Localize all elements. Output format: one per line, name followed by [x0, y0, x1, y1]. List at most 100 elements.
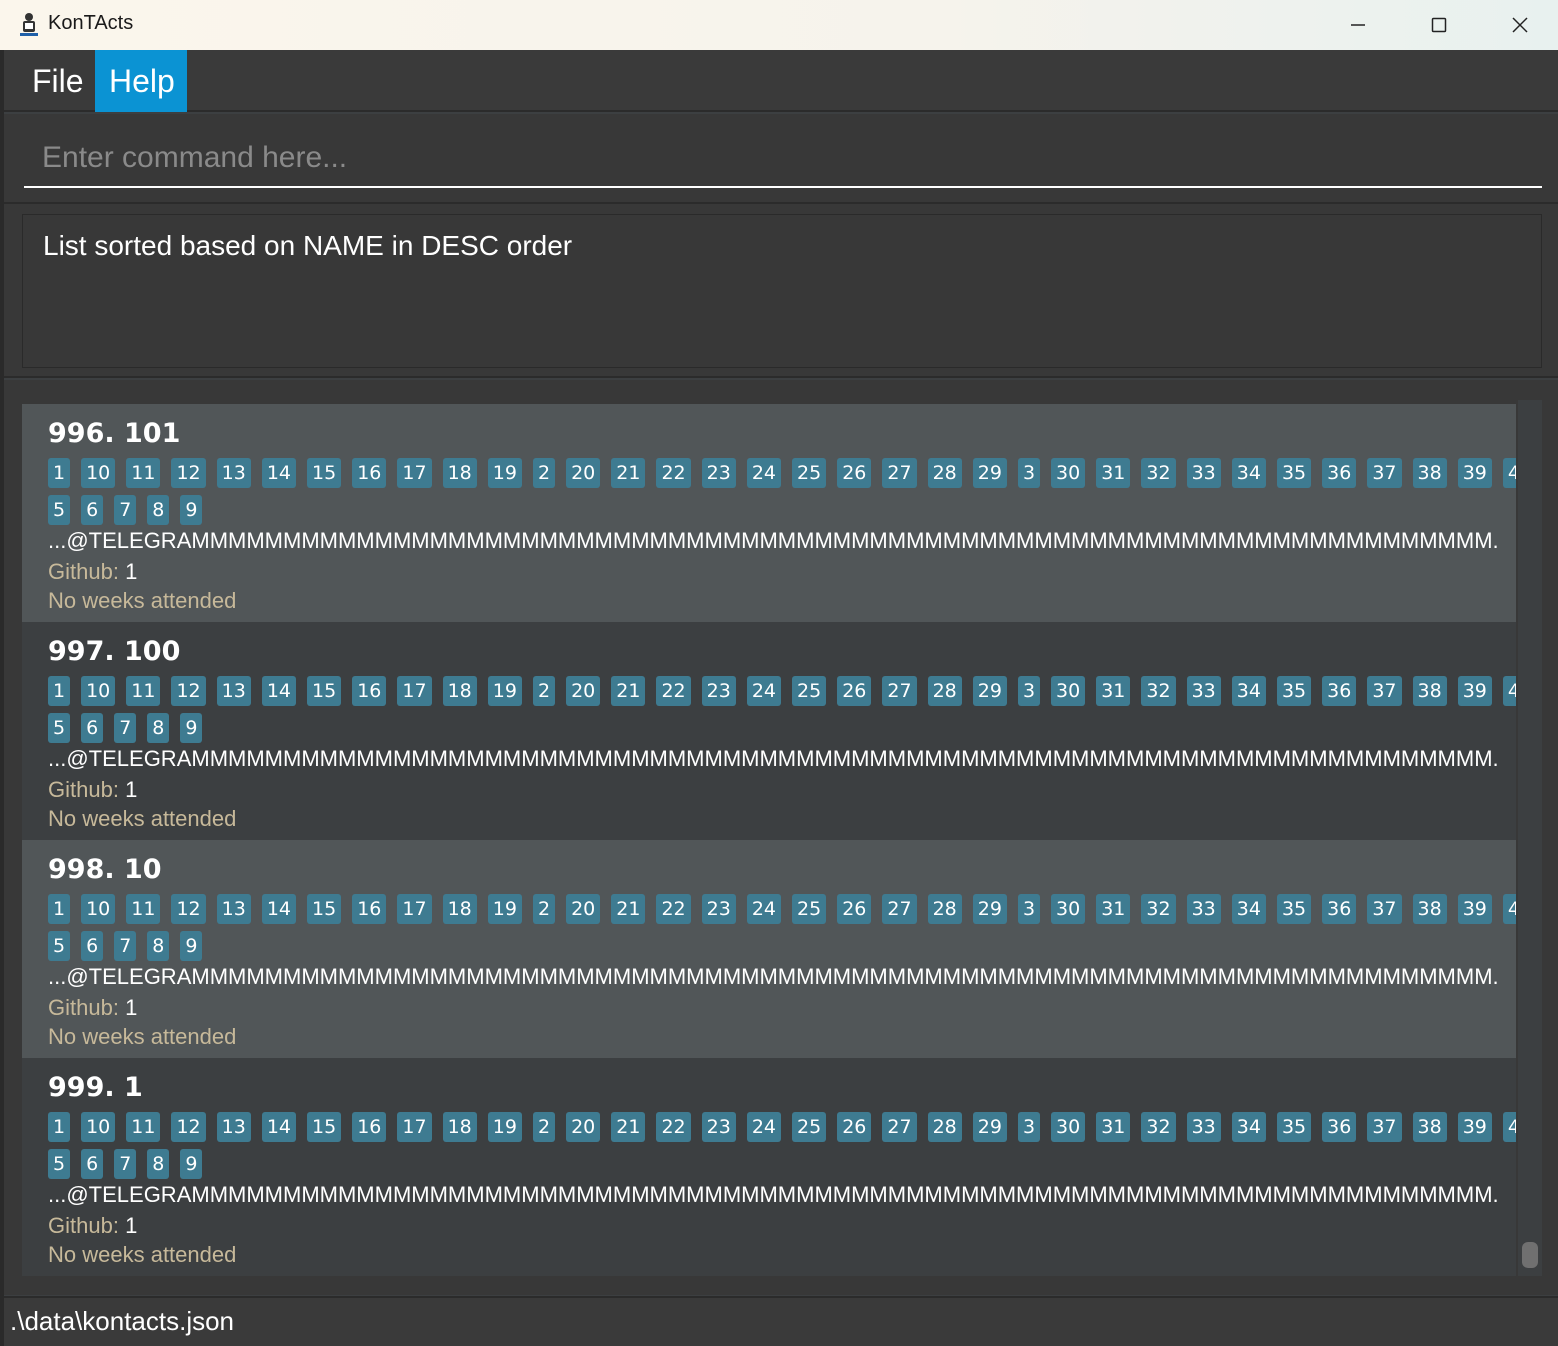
tag-badge: 4	[1502, 676, 1516, 706]
contact-name: 997. 100	[48, 636, 181, 667]
tag-badge: 2	[532, 894, 556, 924]
maximize-button[interactable]	[1399, 0, 1479, 50]
tag-badge: 14	[261, 458, 297, 488]
tag-badge: 3	[1017, 1112, 1041, 1142]
tag-badge: 30	[1051, 894, 1086, 924]
contact-list[interactable]: 996. 101 1 10 11 12 13 14 15 16 17 18 19 2 20 21 22 23 24…	[22, 404, 1516, 1276]
tag-row: 56789	[48, 495, 213, 525]
tag-badge: 10	[81, 894, 116, 924]
tag-badge: 18	[442, 676, 477, 706]
app-logo-icon	[20, 13, 38, 36]
tag-badge: 11	[126, 1112, 161, 1142]
tag-badge: 4	[1502, 458, 1516, 488]
tag-badge: 2	[532, 1112, 556, 1142]
tag-badge: 24	[746, 1112, 781, 1142]
tag-badge: 19	[487, 676, 522, 706]
contact-card[interactable]: 998. 10 1 10 11 12 13 14 15 16 17 18 19 2 20 21 22 23 24 2…	[22, 840, 1516, 1058]
tag-badge: 5	[48, 1149, 71, 1179]
minimize-button[interactable]	[1318, 0, 1398, 50]
tag-badge: 15	[307, 894, 342, 924]
github-label: Github:	[48, 777, 119, 802]
tag-badge: 19	[487, 1112, 522, 1142]
tag-badge: 33	[1186, 1112, 1221, 1142]
tag-badge: 28	[927, 1112, 962, 1142]
tag-badge: 39	[1457, 894, 1492, 924]
tag-badge: 4	[1502, 894, 1516, 924]
tag-badge: 32	[1141, 894, 1176, 924]
command-input[interactable]	[24, 130, 1542, 188]
list-scrollbar-track[interactable]	[1518, 400, 1542, 1276]
tag-badge: 18	[442, 1112, 477, 1142]
tag-badge: 29	[972, 894, 1007, 924]
tag-badge: 25	[792, 1112, 827, 1142]
tag-badge: 13	[216, 458, 251, 488]
tag-badge: 26	[837, 676, 872, 706]
tag-badge: 10	[81, 676, 116, 706]
tag-badge: 31	[1096, 676, 1131, 706]
tag-badge: 6	[81, 495, 104, 525]
close-button[interactable]	[1480, 0, 1558, 50]
tag-badge: 12	[171, 1112, 206, 1142]
tag-badge: 6	[81, 1149, 104, 1179]
tag-badge: 36	[1322, 458, 1357, 488]
window-title: KonTActs	[48, 12, 134, 34]
github-label: Github:	[48, 559, 119, 584]
tag-badge: 8	[147, 495, 170, 525]
list-scrollbar-thumb[interactable]	[1522, 1242, 1538, 1268]
contact-github: Github: 1	[48, 995, 137, 1021]
tag-badge: 38	[1412, 894, 1447, 924]
result-message: List sorted based on NAME in DESC order	[43, 230, 573, 261]
tag-badge: 5	[48, 931, 71, 961]
tag-badge: 32	[1141, 458, 1176, 488]
tag-row: 1 10 11 12 13 14 15 16 17 18 19 2 20 21 22 23 24 25 26 27 28…	[48, 894, 1516, 924]
tag-badge: 8	[147, 931, 170, 961]
contact-weeks-attended: No weeks attended	[48, 1242, 237, 1267]
tag-badge: 14	[261, 676, 297, 706]
tag-badge: 28	[927, 894, 962, 924]
tag-badge: 37	[1367, 458, 1402, 488]
contact-github: Github: 1	[48, 1213, 137, 1239]
tag-badge: 34	[1231, 1112, 1266, 1142]
tag-badge: 39	[1457, 458, 1492, 488]
contact-weeks-attended: No weeks attended	[48, 1024, 237, 1049]
tag-badge: 22	[656, 458, 691, 488]
tag-row: 56789	[48, 931, 213, 961]
menu-help[interactable]: Help	[95, 50, 187, 112]
tag-badge: 1	[48, 894, 71, 924]
menu-file[interactable]: File	[18, 50, 98, 112]
tag-badge: 3	[1017, 676, 1041, 706]
contact-card[interactable]: 997. 100 1 10 11 12 13 14 15 16 17 18 19 2 20 21 22 23 24…	[22, 622, 1516, 840]
tag-badge: 14	[261, 894, 297, 924]
tag-badge: 16	[352, 676, 387, 706]
tag-badge: 31	[1096, 458, 1131, 488]
tag-badge: 27	[882, 458, 917, 488]
tag-badge: 3	[1017, 458, 1041, 488]
tag-badge: 9	[180, 713, 203, 743]
tag-badge: 6	[81, 931, 104, 961]
tag-badge: 30	[1051, 458, 1086, 488]
tag-badge: 12	[171, 894, 206, 924]
tag-badge: 1	[48, 676, 71, 706]
tag-badge: 17	[397, 894, 432, 924]
contact-card[interactable]: 996. 101 1 10 11 12 13 14 15 16 17 18 19 2 20 21 22 23 24…	[22, 404, 1516, 622]
contact-name: 999. 1	[48, 1072, 143, 1103]
tag-badge: 18	[442, 458, 477, 488]
minimize-icon	[1351, 24, 1365, 26]
tag-badge: 13	[216, 676, 251, 706]
tag-badge: 7	[114, 1149, 137, 1179]
tag-badge: 11	[126, 458, 161, 488]
title-bar: KonTActs	[0, 0, 1558, 50]
tag-badge: 29	[972, 458, 1007, 488]
tag-badge: 36	[1322, 1112, 1357, 1142]
tag-badge: 14	[261, 1112, 297, 1142]
tag-row: 56789	[48, 1149, 213, 1179]
tag-badge: 37	[1367, 894, 1402, 924]
tag-badge: 16	[352, 1112, 387, 1142]
tag-badge: 28	[927, 676, 962, 706]
contact-card[interactable]: 999. 1 1 10 11 12 13 14 15 16 17 18 19 2 20 21 22 23 24 25…	[22, 1058, 1516, 1276]
tag-badge: 21	[611, 1112, 646, 1142]
tag-badge: 36	[1322, 894, 1357, 924]
tag-badge: 22	[656, 1112, 691, 1142]
tag-badge: 21	[611, 458, 646, 488]
tag-badge: 33	[1186, 458, 1221, 488]
